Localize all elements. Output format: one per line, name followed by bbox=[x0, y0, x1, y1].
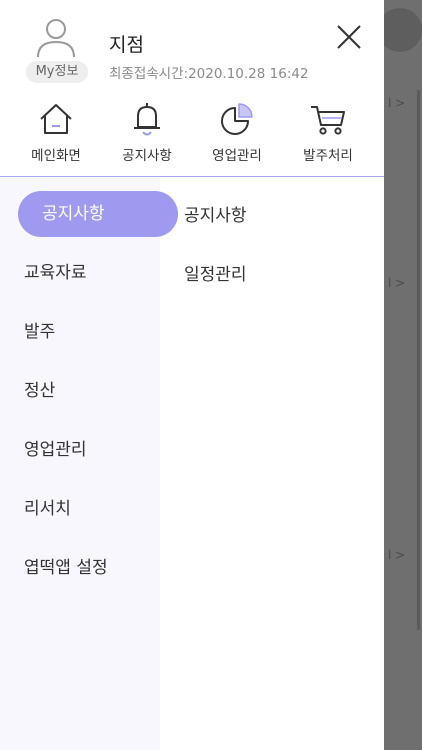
quick-menu-home[interactable]: 메인화면 bbox=[14, 98, 98, 164]
close-icon[interactable] bbox=[334, 22, 364, 52]
menu-item[interactable]: 교육자료 bbox=[24, 258, 87, 283]
menu-item-notice-active[interactable]: 공지사항 bbox=[18, 191, 178, 237]
menu-item[interactable]: 영업관리 bbox=[24, 435, 87, 460]
last-login-time: 최종접속시간:2020.10.28 16:42 bbox=[109, 66, 309, 82]
quick-menu-order[interactable]: 발주처리 bbox=[286, 98, 370, 164]
my-info-button[interactable]: My정보 bbox=[26, 61, 88, 83]
quick-menu-sales[interactable]: 영업관리 bbox=[195, 98, 279, 164]
chevron-right-icon: l > bbox=[388, 276, 406, 290]
menu-item[interactable]: 리서치 bbox=[24, 494, 71, 519]
quick-menu-label: 공지사항 bbox=[122, 148, 172, 164]
quick-menu-label: 메인화면 bbox=[31, 148, 81, 164]
user-icon[interactable] bbox=[34, 16, 78, 58]
navigation-drawer: My정보 지점 최종접속시간:2020.10.28 16:42 메인화면 공지사… bbox=[0, 0, 384, 750]
cart-icon bbox=[311, 106, 345, 135]
submenu-item[interactable]: 일정관리 bbox=[184, 260, 247, 285]
quick-menu-notice[interactable]: 공지사항 bbox=[105, 98, 189, 164]
quick-menu-label: 영업관리 bbox=[212, 148, 262, 164]
pie-chart-icon bbox=[221, 103, 253, 135]
background-overlay[interactable]: l > l > l > bbox=[384, 0, 422, 750]
background-avatar bbox=[384, 8, 422, 52]
branch-name: 지점 bbox=[109, 34, 144, 56]
profile-header: My정보 지점 최종접속시간:2020.10.28 16:42 bbox=[0, 0, 384, 92]
bell-icon bbox=[134, 103, 160, 136]
background-scrollbar bbox=[417, 90, 420, 630]
home-icon bbox=[40, 104, 72, 134]
chevron-right-icon: l > bbox=[388, 96, 406, 110]
menu-item[interactable]: 엽떡앱 설정 bbox=[24, 553, 108, 578]
quick-menu: 메인화면 공지사항 영업관리 발주처리 bbox=[0, 98, 384, 177]
quick-menu-label: 발주처리 bbox=[303, 148, 353, 164]
menu-item[interactable]: 정산 bbox=[24, 376, 55, 401]
menu-item[interactable]: 발주 bbox=[24, 317, 55, 342]
submenu-item[interactable]: 공지사항 bbox=[184, 201, 247, 226]
chevron-right-icon: l > bbox=[388, 548, 406, 562]
